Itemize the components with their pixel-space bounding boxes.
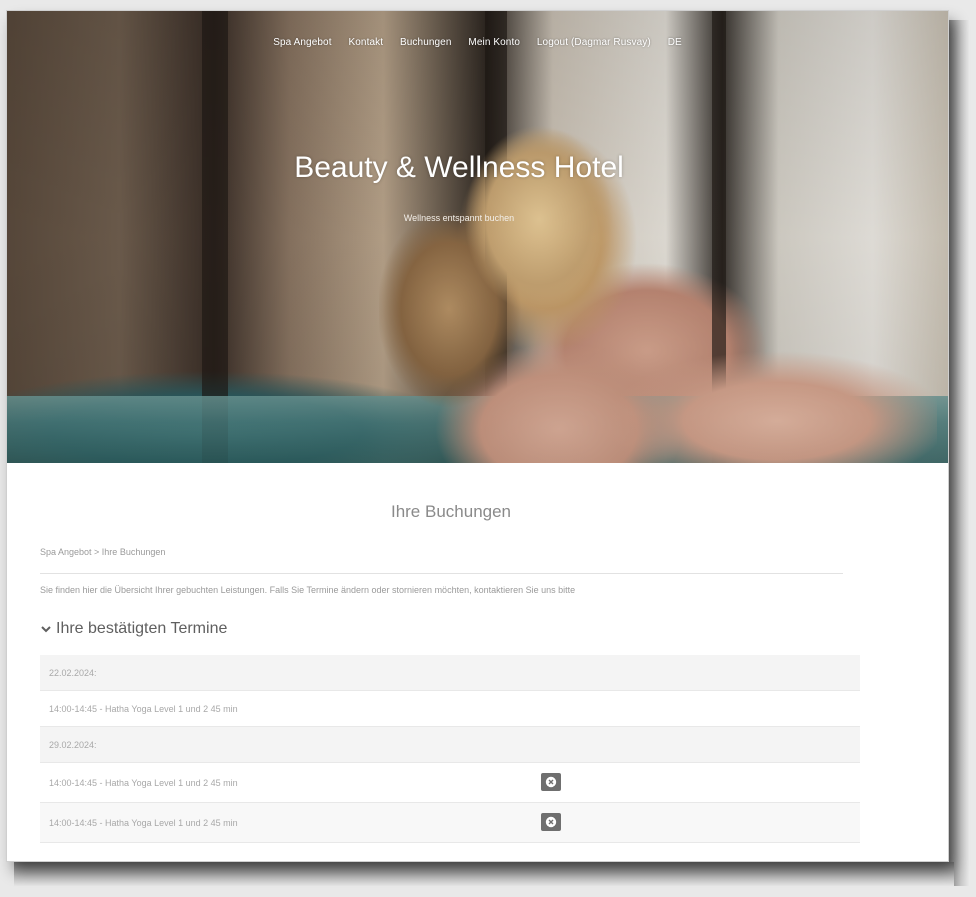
window-shadow-right: [948, 20, 970, 886]
confirmed-appointments-toggle[interactable]: Ihre bestätigten Termine: [40, 620, 227, 638]
nav-mein-konto[interactable]: Mein Konto: [468, 37, 520, 48]
booking-item-row: 14:00-14:45 - Hatha Yoga Level 1 und 2 4…: [40, 691, 860, 727]
close-circle-icon: [545, 776, 557, 788]
close-circle-icon: [545, 816, 557, 828]
cancel-booking-button[interactable]: [541, 773, 561, 791]
hero-title: Beauty & Wellness Hotel: [294, 151, 624, 184]
section-title: Ihre bestätigten Termine: [56, 620, 228, 637]
hero-banner: Spa Angebot Kontakt Buchungen Mein Konto…: [7, 11, 948, 463]
divider: [40, 573, 843, 574]
window-shadow-bottom: [14, 862, 954, 886]
breadcrumb[interactable]: Spa Angebot > Ihre Buchungen: [40, 547, 165, 557]
bookings-table: 22.02.2024: 14:00-14:45 - Hatha Yoga Lev…: [40, 655, 860, 843]
hero-subtitle: Wellness entspannt buchen: [403, 213, 515, 223]
nav-buchungen[interactable]: Buchungen: [400, 37, 452, 48]
pool-water: [7, 396, 948, 463]
booking-date-row: 29.02.2024:: [40, 727, 860, 763]
booking-item-row: 14:00-14:45 - Hatha Yoga Level 1 und 2 4…: [40, 803, 860, 843]
chevron-down-icon: [41, 626, 51, 633]
info-text: Sie finden hier die Übersicht Ihrer gebu…: [40, 585, 576, 595]
cancel-booking-button[interactable]: [541, 813, 561, 831]
page-title: Ihre Buchungen: [390, 502, 512, 521]
booking-item-row: 14:00-14:45 - Hatha Yoga Level 1 und 2 4…: [40, 763, 860, 803]
nav-language[interactable]: DE: [668, 37, 682, 48]
nav-logout[interactable]: Logout (Dagmar Rusvay): [537, 37, 651, 48]
browser-page: Spa Angebot Kontakt Buchungen Mein Konto…: [7, 11, 948, 861]
nav-spa-angebot[interactable]: Spa Angebot: [273, 37, 331, 48]
nav-kontakt[interactable]: Kontakt: [348, 37, 383, 48]
booking-date-row: 22.02.2024:: [40, 655, 860, 691]
main-nav: Spa Angebot Kontakt Buchungen Mein Konto…: [7, 37, 948, 48]
